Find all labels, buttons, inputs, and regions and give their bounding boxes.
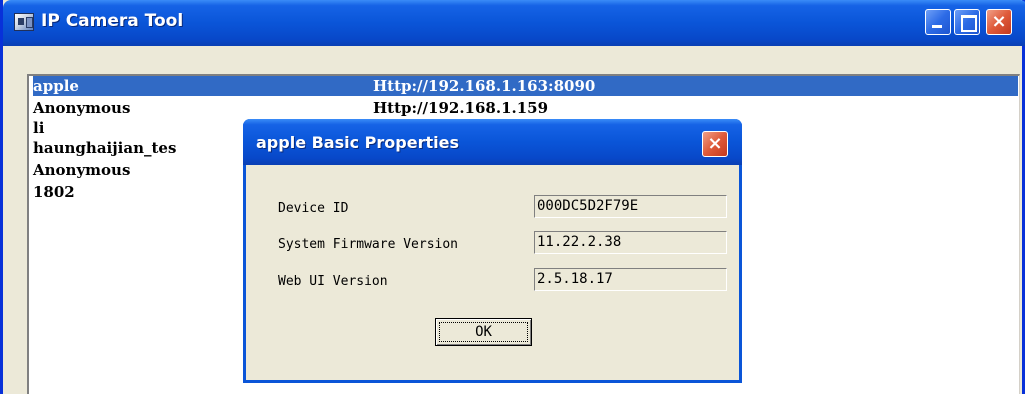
device-address: Http://192.168.1.159 (373, 99, 549, 117)
ok-button[interactable]: OK (435, 318, 532, 346)
device-name: Anonymous (33, 99, 131, 117)
close-button[interactable]: × (986, 9, 1012, 35)
minimize-button[interactable] (925, 9, 951, 35)
device-row[interactable]: Anonymous Http://192.168.1.159 (33, 98, 1018, 118)
firmware-version-field: 11.22.2.38 (534, 231, 727, 254)
dialog-title-bar[interactable]: apple Basic Properties × (243, 119, 742, 165)
close-icon: × (707, 133, 723, 154)
device-name: Anonymous (33, 161, 131, 179)
web-ui-version-field: 2.5.18.17 (534, 268, 727, 291)
camera-app-icon[interactable] (14, 13, 34, 31)
close-icon: × (991, 11, 1007, 32)
ok-button-label: OK (439, 322, 528, 342)
firmware-version-label: System Firmware Version (278, 237, 459, 252)
device-id-label: Device ID (278, 201, 349, 216)
title-bar[interactable]: IP Camera Tool × (3, 0, 1025, 46)
main-window: IP Camera Tool × apple Http://192.168.1.… (0, 0, 1025, 394)
maximize-button[interactable] (954, 9, 980, 35)
device-name: 1802 (33, 183, 75, 201)
device-name: li (33, 119, 45, 137)
device-id-field: 000DC5D2F79E (534, 195, 727, 218)
device-name: haunghaijian_tes (33, 139, 177, 157)
device-name: apple (33, 77, 79, 95)
properties-dialog: apple Basic Properties × Device ID 000DC… (243, 119, 742, 383)
device-row[interactable]: apple Http://192.168.1.163:8090 (33, 76, 1018, 96)
window-title: IP Camera Tool (41, 11, 184, 31)
dialog-close-button[interactable]: × (702, 131, 728, 157)
device-address: Http://192.168.1.163:8090 (373, 77, 596, 95)
dialog-title: apple Basic Properties (256, 133, 459, 152)
web-ui-version-label: Web UI Version (278, 274, 388, 289)
